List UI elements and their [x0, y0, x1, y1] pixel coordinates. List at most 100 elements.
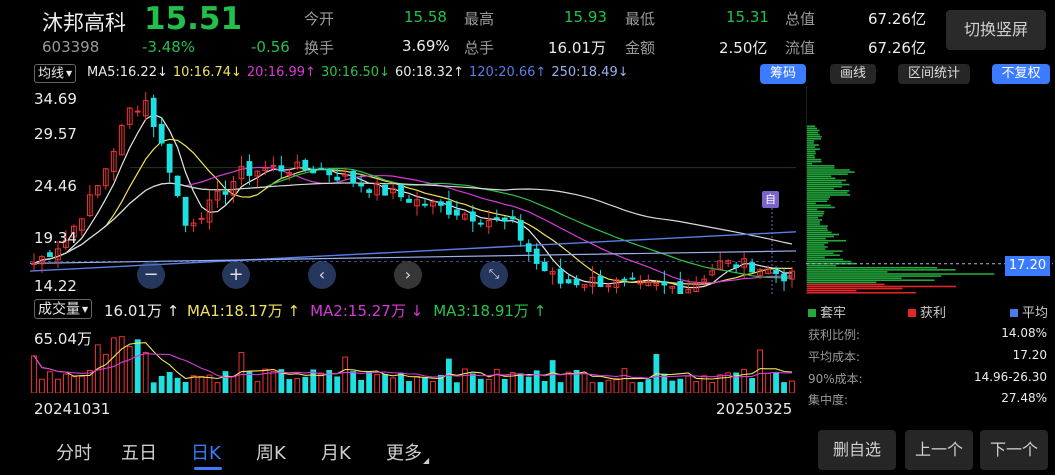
- candle-body: [438, 201, 444, 206]
- chip-bar: [807, 269, 956, 271]
- scroll-left-button[interactable]: ‹: [308, 261, 336, 289]
- chip-stat-label-concentration: 集中度:: [808, 393, 849, 407]
- volume-bar: [262, 368, 269, 393]
- chip-bar: [807, 206, 835, 209]
- chip-bar: [807, 144, 819, 146]
- candle-body: [565, 279, 572, 284]
- candle-body: [533, 248, 540, 264]
- switch-portrait-button[interactable]: 切换竖屏: [946, 10, 1046, 50]
- tab-monthly-k[interactable]: 月K: [321, 439, 351, 465]
- next-stock-button[interactable]: 下一个: [980, 430, 1048, 470]
- candle-body: [525, 243, 532, 252]
- volume-bar: [525, 376, 532, 393]
- chip-bar: [807, 140, 815, 142]
- candle-body: [366, 189, 373, 193]
- volume-bar: [254, 381, 261, 393]
- volume-ma-legend-item: MA3:18.91万 ↑: [433, 302, 547, 320]
- chip-bar: [807, 160, 822, 163]
- volume-bar: [757, 349, 763, 393]
- volume-bar: [613, 378, 620, 393]
- candle-body: [422, 203, 428, 206]
- plus-icon: +: [228, 264, 244, 285]
- ma-selector[interactable]: 均线 ▼: [34, 64, 77, 83]
- chip-bar: [807, 208, 818, 211]
- chip-bar: [807, 127, 818, 130]
- chip-bar: [807, 212, 824, 215]
- chip-bar: [807, 156, 816, 159]
- chip-bar: [807, 135, 822, 138]
- fullscreen-button[interactable]: ⤡: [480, 261, 508, 289]
- quote-label-volume: 总手: [464, 39, 495, 57]
- zoom-in-button[interactable]: +: [222, 261, 250, 289]
- chip-bar: [807, 171, 855, 173]
- chip-stat-label-avg-cost: 平均成本:: [808, 350, 861, 364]
- candle-body: [278, 165, 285, 172]
- chip-bar: [807, 244, 825, 246]
- chip-bar: [807, 260, 852, 263]
- chip-stat-label-profit-ratio: 获利比例:: [808, 328, 861, 342]
- chip-bar: [807, 138, 821, 140]
- remove-watchlist-button[interactable]: 删自选: [818, 430, 896, 470]
- candle-body: [453, 209, 460, 216]
- tab-intraday[interactable]: 分时: [56, 439, 92, 465]
- chip-bar: [807, 183, 850, 186]
- chip-bar: [807, 146, 815, 148]
- expand-icon: ⤡: [488, 267, 500, 282]
- volume-bar: [621, 368, 628, 393]
- chip-bar: [807, 256, 825, 259]
- volume-bar: [406, 381, 412, 393]
- chip-legend-average: 平均: [1010, 302, 1048, 321]
- volume-bar: [557, 382, 564, 393]
- chip-bar: [807, 225, 828, 227]
- volume-bar: [685, 375, 692, 393]
- corner-triangle-icon: ◢: [423, 456, 430, 465]
- volume-bar: [398, 373, 404, 393]
- candle-body: [166, 143, 173, 173]
- chip-bar: [807, 150, 816, 153]
- chip-button[interactable]: 筹码: [760, 64, 806, 84]
- quote-label-amount: 金额: [625, 39, 656, 57]
- chip-bar: [807, 196, 830, 198]
- chip-bar: [807, 291, 916, 294]
- tab-more[interactable]: 更多◢: [386, 439, 429, 465]
- chip-bar: [807, 181, 842, 184]
- tab-five-day[interactable]: 五日: [121, 439, 157, 465]
- zoom-out-button[interactable]: −: [137, 261, 165, 289]
- chip-bar: [807, 273, 995, 275]
- no-adjust-button[interactable]: 不复权: [992, 64, 1050, 84]
- chip-bar: [807, 148, 820, 150]
- volume-bar: [597, 382, 604, 393]
- candle-body: [182, 196, 189, 226]
- volume-bar: [501, 378, 508, 393]
- candle-body: [557, 268, 564, 284]
- scroll-right-button[interactable]: ›: [394, 261, 422, 289]
- date-start: 20241031: [34, 400, 111, 418]
- volume-bar: [781, 382, 787, 393]
- volume-selector[interactable]: 成交量 ▼: [34, 299, 93, 319]
- volume-bar: [366, 371, 373, 393]
- ma-legend-item: 60:18.32↑: [394, 65, 464, 80]
- volume-bar: [246, 371, 253, 393]
- volume-bar: [669, 380, 676, 393]
- previous-stock-button[interactable]: 上一个: [905, 430, 973, 470]
- chip-bar: [807, 246, 828, 248]
- quote-label-float: 流值: [785, 39, 816, 57]
- volume-bar: [773, 372, 779, 393]
- candle-body: [382, 184, 388, 196]
- volume-bar: [270, 370, 277, 393]
- chip-bar: [807, 185, 842, 188]
- volume-axis-max: 65.04万: [34, 330, 92, 348]
- chip-bar: [807, 162, 813, 165]
- candle-body: [198, 217, 205, 220]
- volume-bar: [477, 378, 484, 393]
- volume-bar: [629, 382, 636, 393]
- chip-stat-value-profit-ratio: 14.08%: [1001, 326, 1047, 340]
- tab-daily-k[interactable]: 日K: [191, 439, 221, 465]
- chip-bar: [807, 190, 850, 192]
- chip-bar: [807, 277, 902, 279]
- volume-chart[interactable]: [30, 323, 800, 393]
- tab-weekly-k[interactable]: 周K: [256, 439, 286, 465]
- volume-value: 16.01万 ↑: [104, 302, 180, 320]
- draw-line-button[interactable]: 画线: [830, 64, 876, 84]
- range-stats-button[interactable]: 区间统计: [898, 64, 970, 84]
